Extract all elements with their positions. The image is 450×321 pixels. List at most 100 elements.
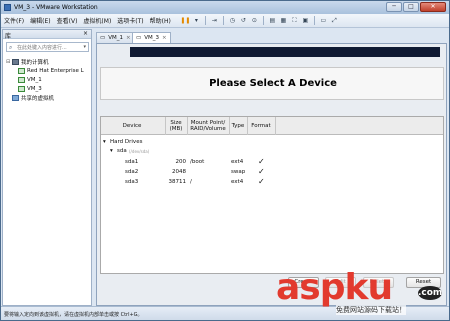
computer-icon xyxy=(12,58,19,65)
vmware-app-icon xyxy=(4,4,11,11)
tree-item-shared-vms[interactable]: 共享的虚拟机 xyxy=(6,93,92,102)
console-view-icon[interactable]: ▭ xyxy=(319,16,328,25)
partition-mount: / xyxy=(190,179,192,185)
col-mount: Mount Point/ RAID/Volume xyxy=(190,120,226,132)
vm-console[interactable]: Please Select A Device Device Size (MB) … xyxy=(96,43,447,306)
library-close-icon[interactable]: × xyxy=(83,30,88,37)
tree-item-label: VM_3 xyxy=(27,85,42,92)
tree-item-vm1[interactable]: VM_1 xyxy=(6,75,92,84)
library-search: ⌕ ▾ xyxy=(6,42,89,52)
partition-size: 200 xyxy=(175,159,187,165)
col-size: Size (MB) xyxy=(169,120,183,132)
table-header: Device Size (MB) Mount Point/ RAID/Volum… xyxy=(101,117,443,135)
tab-bar: ▭ VM_1 × ▭ VM_3 × xyxy=(94,29,449,43)
col-device: Device xyxy=(122,123,142,129)
installer-heading: Please Select A Device xyxy=(209,78,337,89)
tree-item-redhat[interactable]: Red Hat Enterprise L xyxy=(6,66,92,75)
library-panel: 库 × ⌕ ▾ ⊟ 我的计算机 Red Hat Enterprise L VM_… xyxy=(2,29,92,306)
stretch-icon[interactable]: ⤢ xyxy=(330,16,339,25)
table-row-group[interactable]: ▾ Hard Drives xyxy=(101,138,443,147)
menu-help[interactable]: 帮助(H) xyxy=(150,16,171,25)
tree-item-label: 我的计算机 xyxy=(21,59,49,66)
menu-tabs[interactable]: 选项卡(T) xyxy=(117,16,143,25)
tree-item-label: VM_1 xyxy=(27,76,42,83)
tree-item-label: 共享的虚拟机 xyxy=(21,95,55,102)
partition-size: 38711 xyxy=(168,179,187,185)
toolbar-separator xyxy=(222,16,224,25)
minimize-button[interactable]: ─ xyxy=(386,2,402,12)
format-check-icon: ✓ xyxy=(258,177,265,186)
shared-vm-icon xyxy=(12,94,19,101)
maximize-button[interactable]: □ xyxy=(403,2,419,12)
partition-name: sda3 xyxy=(125,179,139,185)
menu-vm[interactable]: 虚拟机(M) xyxy=(83,16,111,25)
tab-vm-icon: ▭ xyxy=(100,35,106,41)
tab-close-icon[interactable]: × xyxy=(162,35,167,43)
tab-label: VM_1 xyxy=(108,35,123,41)
tree-item-my-computer[interactable]: ⊟ 我的计算机 xyxy=(6,57,92,66)
table-row[interactable]: sda2 2048 swap ✓ xyxy=(101,167,443,177)
close-button[interactable]: ✕ xyxy=(420,2,446,12)
menu-file[interactable]: 文件(F) xyxy=(4,16,24,25)
partition-size: 2048 xyxy=(172,169,186,175)
partition-type: ext4 xyxy=(231,179,244,185)
menu-bar: 文件(F) 编辑(E) 查看(V) 虚拟机(M) 选项卡(T) 帮助(H) ❚❚… xyxy=(1,14,449,28)
thumbnail-icon[interactable]: ▦ xyxy=(279,16,288,25)
snapshot-manager-icon[interactable]: ⊙ xyxy=(250,16,259,25)
tab-vm-icon: ▭ xyxy=(136,35,142,41)
status-text: 要将输入定向到该虚拟机，请在虚拟机内部单击或按 Ctrl+G。 xyxy=(4,312,143,318)
menu-edit[interactable]: 编辑(E) xyxy=(30,16,50,25)
expand-icon[interactable]: ▾ xyxy=(110,148,113,154)
search-icon: ⌕ xyxy=(9,44,13,51)
library-header: 库 × xyxy=(3,30,91,40)
full-screen-icon[interactable]: ⛶ xyxy=(290,16,299,25)
unity-icon[interactable]: ▣ xyxy=(301,16,310,25)
partition-name: sda1 xyxy=(125,159,139,165)
tab-vm1[interactable]: ▭ VM_1 × xyxy=(96,32,135,43)
dropdown-arrow-icon[interactable]: ▾ xyxy=(192,16,201,25)
partition-type: ext4 xyxy=(231,159,244,165)
tab-label: VM_3 xyxy=(144,35,159,41)
library-title: 库 xyxy=(5,33,12,40)
toolbar-separator xyxy=(313,16,315,25)
col-type: Type xyxy=(231,123,245,129)
group-label: Hard Drives xyxy=(110,139,143,145)
partition-type: swap xyxy=(231,169,246,175)
partition-mount: /boot xyxy=(190,159,205,165)
column-divider xyxy=(275,117,276,135)
expand-icon[interactable]: ▾ xyxy=(103,139,106,145)
main-area: ▭ VM_1 × ▭ VM_3 × Please Select A Device… xyxy=(94,29,449,306)
toolbar: ❚❚ ▾ ⇥ ◷ ↺ ⊙ ▤ ▦ ⛶ ▣ ▭ ⤢ xyxy=(180,16,339,25)
device-table: Device Size (MB) Mount Point/ RAID/Volum… xyxy=(100,116,444,274)
toolbar-separator xyxy=(204,16,206,25)
tab-close-icon[interactable]: × xyxy=(126,35,131,43)
col-format: Format xyxy=(251,123,271,129)
toolbar-separator xyxy=(262,16,264,25)
library-search-input[interactable] xyxy=(17,44,83,51)
title-bar: VM_3 - VMware Workstation ─ □ ✕ xyxy=(1,1,449,14)
table-row[interactable]: sda3 38711 / ext4 ✓ xyxy=(101,177,443,187)
library-tree: ⊟ 我的计算机 Red Hat Enterprise L VM_1 VM_3 共… xyxy=(6,57,92,102)
search-dropdown-icon[interactable]: ▾ xyxy=(83,44,86,50)
disk-name: sda xyxy=(117,148,127,154)
installer-banner xyxy=(130,47,440,57)
restore-snapshot-icon[interactable]: ↺ xyxy=(239,16,248,25)
menu-view[interactable]: 查看(V) xyxy=(57,16,78,25)
snapshot-icon[interactable]: ◷ xyxy=(228,16,237,25)
watermark-subtitle: 免费网站源码下载站！ xyxy=(336,305,406,315)
format-check-icon: ✓ xyxy=(258,167,265,176)
watermark-logo: aspku .com 免费网站源码下载站！ xyxy=(276,270,450,321)
watermark-text: aspku xyxy=(276,267,393,308)
tree-item-label: Red Hat Enterprise L xyxy=(27,67,84,74)
watermark-dotcom: .com xyxy=(418,286,443,300)
partition-name: sda2 xyxy=(125,169,139,175)
sidebar-toggle-icon[interactable]: ▤ xyxy=(268,16,277,25)
send-keys-icon[interactable]: ⇥ xyxy=(210,16,219,25)
disk-path: (/dev/sda) xyxy=(129,149,150,154)
tree-item-vm3[interactable]: VM_3 xyxy=(6,84,92,93)
pause-icon[interactable]: ❚❚ xyxy=(180,16,190,25)
tab-vm3[interactable]: ▭ VM_3 × xyxy=(132,32,171,43)
table-row[interactable]: sda1 200 /boot ext4 ✓ xyxy=(101,157,443,167)
table-row-disk[interactable]: ▾ sda (/dev/sda) xyxy=(101,147,443,156)
vm-icon xyxy=(18,76,25,83)
